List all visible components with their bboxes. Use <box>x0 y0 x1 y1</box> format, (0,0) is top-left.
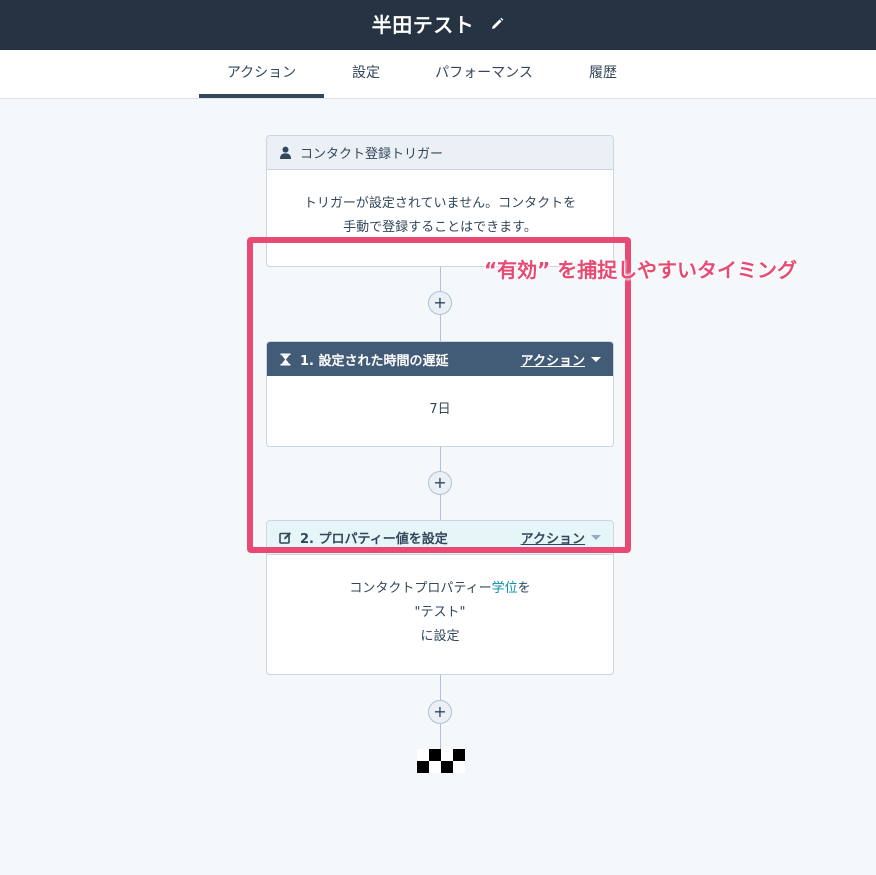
add-step-button[interactable]: + <box>428 291 452 315</box>
delay-step-header: 1. 設定された時間の遅延 アクション <box>267 342 613 376</box>
delay-step-title: 1. 設定された時間の遅延 <box>300 353 449 369</box>
actions-menu-label: アクション <box>520 353 585 369</box>
property-prefix: コンタクトプロパティー <box>349 581 492 596</box>
top-bar: 半田テスト <box>0 0 876 50</box>
set-property-step-title: 2. プロパティー値を設定 <box>300 532 448 547</box>
chevron-down-icon <box>591 535 601 540</box>
tab-bar: アクション 設定 パフォーマンス 履歴 <box>0 50 876 99</box>
set-property-body-line: コンタクトプロパティー学位を <box>267 577 613 601</box>
person-icon <box>279 146 292 159</box>
trigger-card[interactable]: コンタクト登録トリガー トリガーが設定されていません。コンタクトを 手動で登録す… <box>266 135 614 267</box>
set-property-step-body: コンタクトプロパティー学位を "テスト" に設定 <box>267 555 613 649</box>
trigger-card-header: コンタクト登録トリガー <box>267 136 613 170</box>
add-step-button[interactable]: + <box>428 700 452 724</box>
set-property-step-card[interactable]: 2. プロパティー値を設定 アクション コンタクトプロパティー学位を "テスト"… <box>266 520 614 675</box>
delay-step-body: 7日 <box>429 402 451 417</box>
finish-flag-icon <box>417 749 465 773</box>
set-property-body-line: に設定 <box>420 629 460 644</box>
workflow-canvas: コンタクト登録トリガー トリガーが設定されていません。コンタクトを 手動で登録す… <box>0 99 876 875</box>
workflow-title: 半田テスト <box>371 12 475 37</box>
set-property-step-actions-menu[interactable]: アクション <box>521 528 601 547</box>
tab-actions[interactable]: アクション <box>199 50 324 98</box>
tab-settings[interactable]: 設定 <box>340 50 392 98</box>
add-step-button[interactable]: + <box>428 471 452 495</box>
delay-step-card[interactable]: 1. 設定された時間の遅延 アクション 7日 <box>266 341 614 447</box>
hourglass-icon <box>279 353 292 366</box>
delay-step-actions-menu[interactable]: アクション <box>521 350 601 369</box>
chevron-down-icon <box>591 356 601 362</box>
property-value: "テスト" <box>414 605 466 620</box>
edit-property-icon <box>279 531 292 544</box>
property-name-link[interactable]: 学位 <box>492 581 518 596</box>
property-suffix: を <box>517 581 531 596</box>
trigger-body: トリガーが設定されていません。コンタクトを 手動で登録することはできます。 <box>267 170 613 240</box>
tab-history[interactable]: 履歴 <box>577 50 629 98</box>
trigger-body-line: トリガーが設定されていません。コンタクトを <box>303 196 577 211</box>
actions-menu-label: アクション <box>520 532 585 547</box>
tab-performance[interactable]: パフォーマンス <box>424 50 544 98</box>
title-area: 半田テスト <box>0 0 876 46</box>
pencil-icon[interactable] <box>490 16 504 30</box>
trigger-body-line: 手動で登録することはできます。 <box>343 220 537 235</box>
set-property-step-header: 2. プロパティー値を設定 アクション <box>267 521 613 555</box>
trigger-title: コンタクト登録トリガー <box>300 147 444 162</box>
annotation-text: “有効” を捕捉しやすいタイミング <box>484 258 798 282</box>
